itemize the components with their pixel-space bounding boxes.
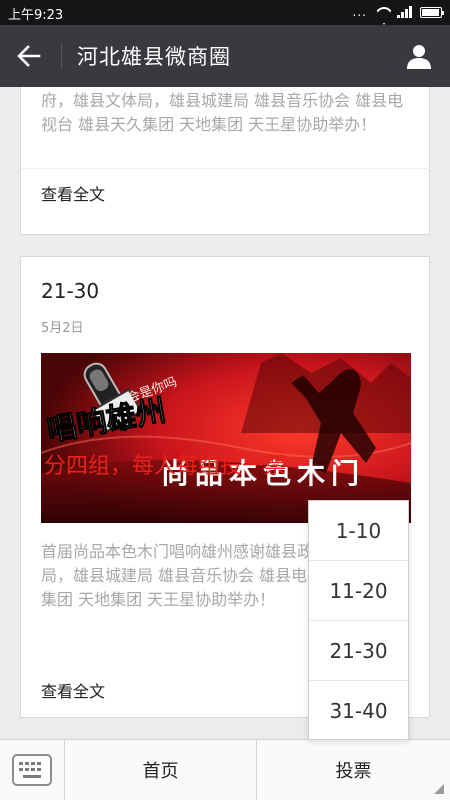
cover-graphic: 会是你吗 唱响雄州 尚品本色木门 bbox=[41, 353, 411, 523]
notification-dots: ... bbox=[352, 5, 367, 19]
person-icon bbox=[407, 45, 431, 69]
vote-instruction-text: 分四组，每人每组投一票 bbox=[44, 454, 287, 479]
read-more-link[interactable]: 查看全文 bbox=[41, 181, 105, 205]
signal-icon bbox=[397, 6, 412, 18]
menu-vote-button[interactable]: 投票 bbox=[257, 740, 450, 800]
article-title: 21-30 bbox=[41, 279, 100, 303]
read-more-link[interactable]: 查看全文 bbox=[41, 678, 105, 702]
article-excerpt: 府，雄县文体局，雄县城建局 雄县音乐协会 雄县电视台 雄县天久集团 天地集团 天… bbox=[41, 91, 404, 134]
status-time: 上午9:23 bbox=[8, 8, 64, 23]
divider bbox=[21, 168, 431, 169]
menu-home-button[interactable]: 首页 bbox=[65, 740, 257, 800]
battery-icon bbox=[420, 6, 444, 18]
article-card[interactable]: 府，雄县文体局，雄县城建局 雄县音乐协会 雄县电视台 雄县天久集团 天地集团 天… bbox=[20, 87, 431, 235]
submenu-indicator-icon bbox=[434, 784, 444, 794]
vote-group-11-20[interactable]: 11-20 bbox=[309, 561, 408, 621]
vote-group-31-40[interactable]: 31-40 bbox=[309, 681, 408, 741]
nav-divider bbox=[61, 43, 62, 69]
back-button[interactable] bbox=[8, 35, 50, 77]
menu-vote-label: 投票 bbox=[335, 761, 372, 782]
status-bar: 上午9:23 ... bbox=[0, 0, 450, 25]
keyboard-toggle-button[interactable] bbox=[0, 740, 65, 800]
profile-button[interactable] bbox=[398, 35, 440, 77]
wifi-icon bbox=[375, 7, 389, 17]
vote-group-21-30[interactable]: 21-30 bbox=[309, 621, 408, 681]
arrow-left-icon bbox=[17, 45, 41, 67]
article-cover-image[interactable]: 会是你吗 唱响雄州 尚品本色木门 bbox=[41, 353, 411, 523]
article-date: 5月2日 bbox=[41, 321, 84, 336]
bottom-menu-bar: 首页 投票 bbox=[0, 739, 450, 800]
status-icons: ... bbox=[352, 5, 444, 19]
page-title: 河北雄县微商圈 bbox=[77, 45, 231, 69]
vote-group-1-10[interactable]: 1-10 bbox=[309, 501, 408, 561]
keyboard-icon bbox=[12, 754, 52, 786]
vote-submenu: 1-10 11-20 21-30 31-40 bbox=[308, 500, 409, 740]
nav-bar: 河北雄县微商圈 bbox=[0, 25, 450, 87]
